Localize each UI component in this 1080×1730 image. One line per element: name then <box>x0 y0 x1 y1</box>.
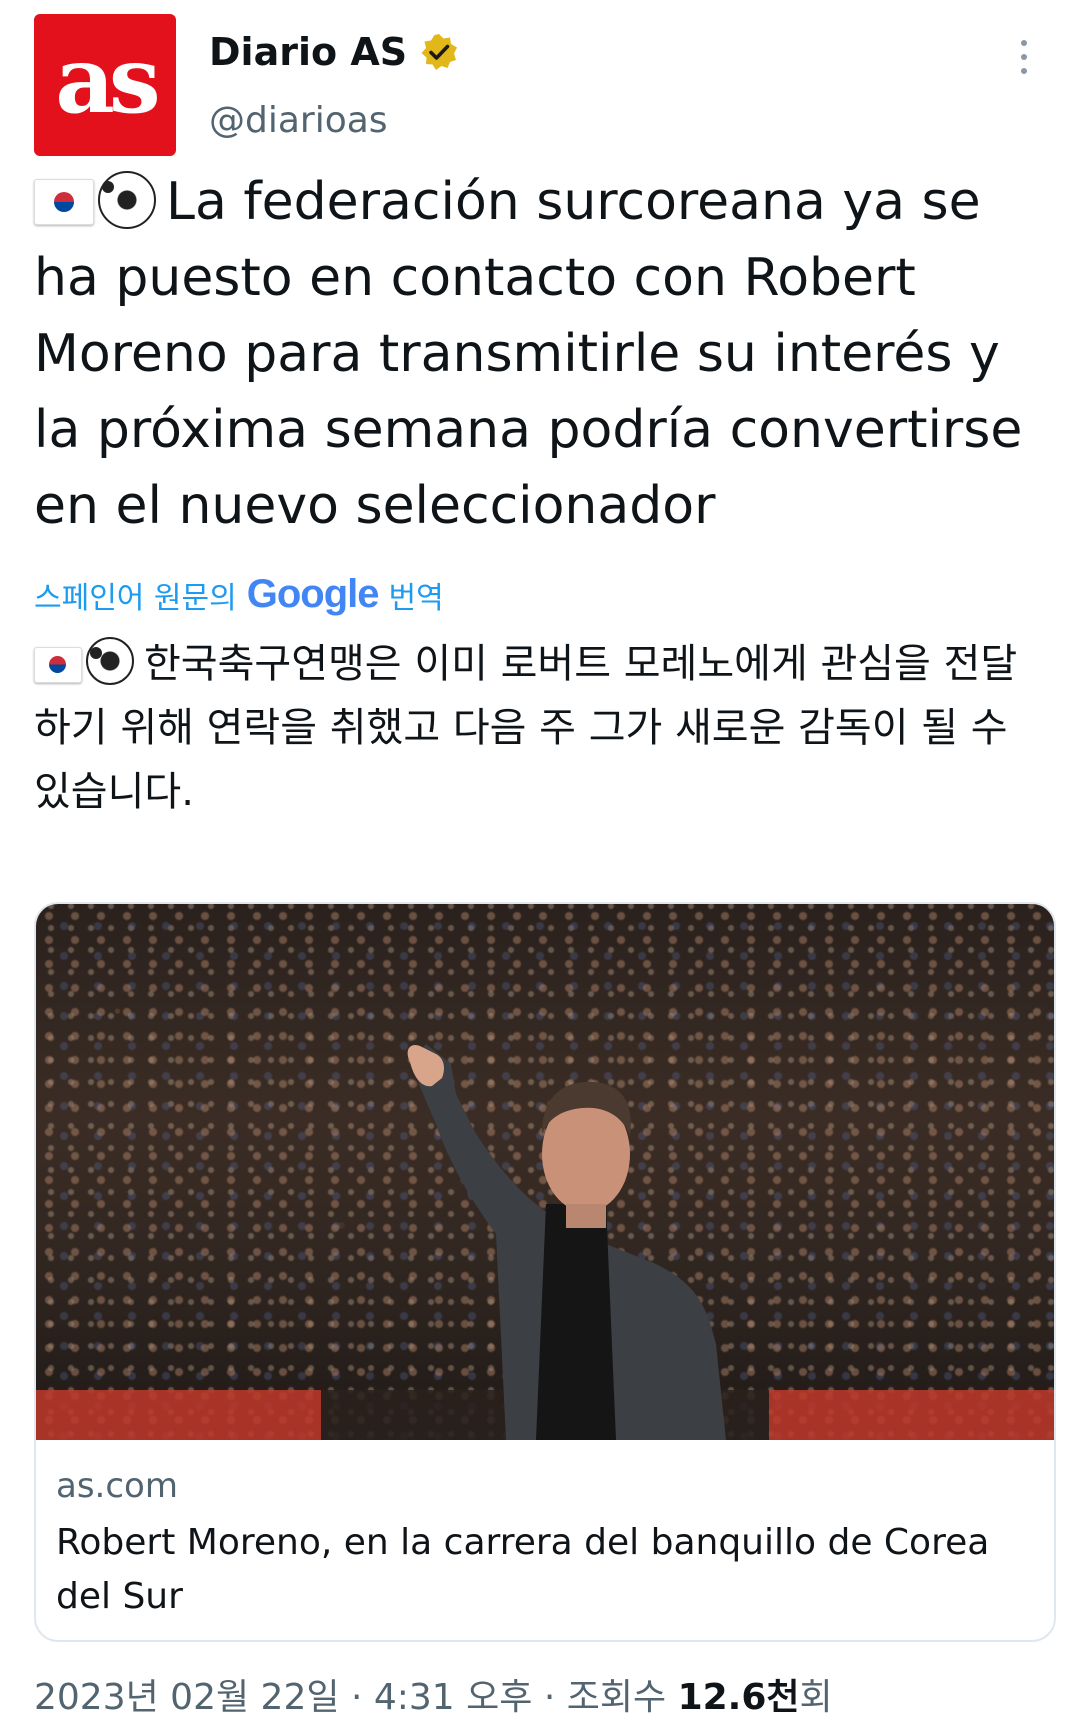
meta-separator: · <box>350 1677 363 1718</box>
display-name[interactable]: Diario AS <box>209 30 407 74</box>
views-label: 조회수 <box>566 1677 667 1718</box>
south-korea-flag-icon <box>34 179 94 225</box>
south-korea-flag-icon <box>34 647 82 683</box>
translated-text: 한국축구연맹은 이미 로버트 모레노에게 관심을 전달하기 위해 연락을 취했고… <box>34 641 1018 815</box>
translate-suffix: 번역 <box>388 580 444 616</box>
translated-body: 한국축구연맹은 이미 로버트 모레노에게 관심을 전달하기 위해 연락을 취했고… <box>34 632 1044 824</box>
google-logo-icon: Google <box>246 572 380 617</box>
avatar-logo-text: as <box>55 26 160 134</box>
verified-badge-icon <box>421 34 458 70</box>
author-name-row[interactable]: Diario AS <box>209 30 459 74</box>
translate-prefix: 스페인어 원문의 <box>34 580 237 616</box>
author-handle[interactable]: @diarioas <box>209 100 388 141</box>
link-title: Robert Moreno, en la carrera del banquil… <box>56 1522 990 1617</box>
tweet-time[interactable]: 4:31 오후 <box>374 1677 533 1718</box>
soccer-ball-icon <box>86 637 134 685</box>
soccer-ball-icon <box>98 171 156 229</box>
tweet-body: La federación surcoreana ya se ha puesto… <box>34 164 1054 544</box>
avatar[interactable]: as <box>34 14 176 156</box>
coach-photo-figure <box>407 1044 726 1440</box>
link-domain: as.com <box>56 1466 178 1506</box>
views-suffix: 회 <box>799 1677 833 1718</box>
link-preview-card[interactable]: as.com Robert Moreno, en la carrera del … <box>34 902 1056 1642</box>
views-count: 12.6천 <box>677 1677 800 1718</box>
tweet-header: as Diario AS @diarioas <box>34 14 1044 156</box>
translation-attribution[interactable]: 스페인어 원문의 Google 번역 <box>34 572 444 617</box>
google-brand-text: Google <box>246 572 380 616</box>
meta-separator: · <box>543 1677 556 1718</box>
link-preview-image[interactable] <box>36 904 1054 1440</box>
more-options-icon[interactable] <box>1014 40 1034 90</box>
tweet-date[interactable]: 2023년 02월 22일 <box>34 1677 339 1718</box>
tweet-meta: 2023년 02월 22일 · 4:31 오후 · 조회수 12.6천회 <box>34 1668 833 1720</box>
tweet-text: La federación surcoreana ya se ha puesto… <box>34 172 1023 536</box>
